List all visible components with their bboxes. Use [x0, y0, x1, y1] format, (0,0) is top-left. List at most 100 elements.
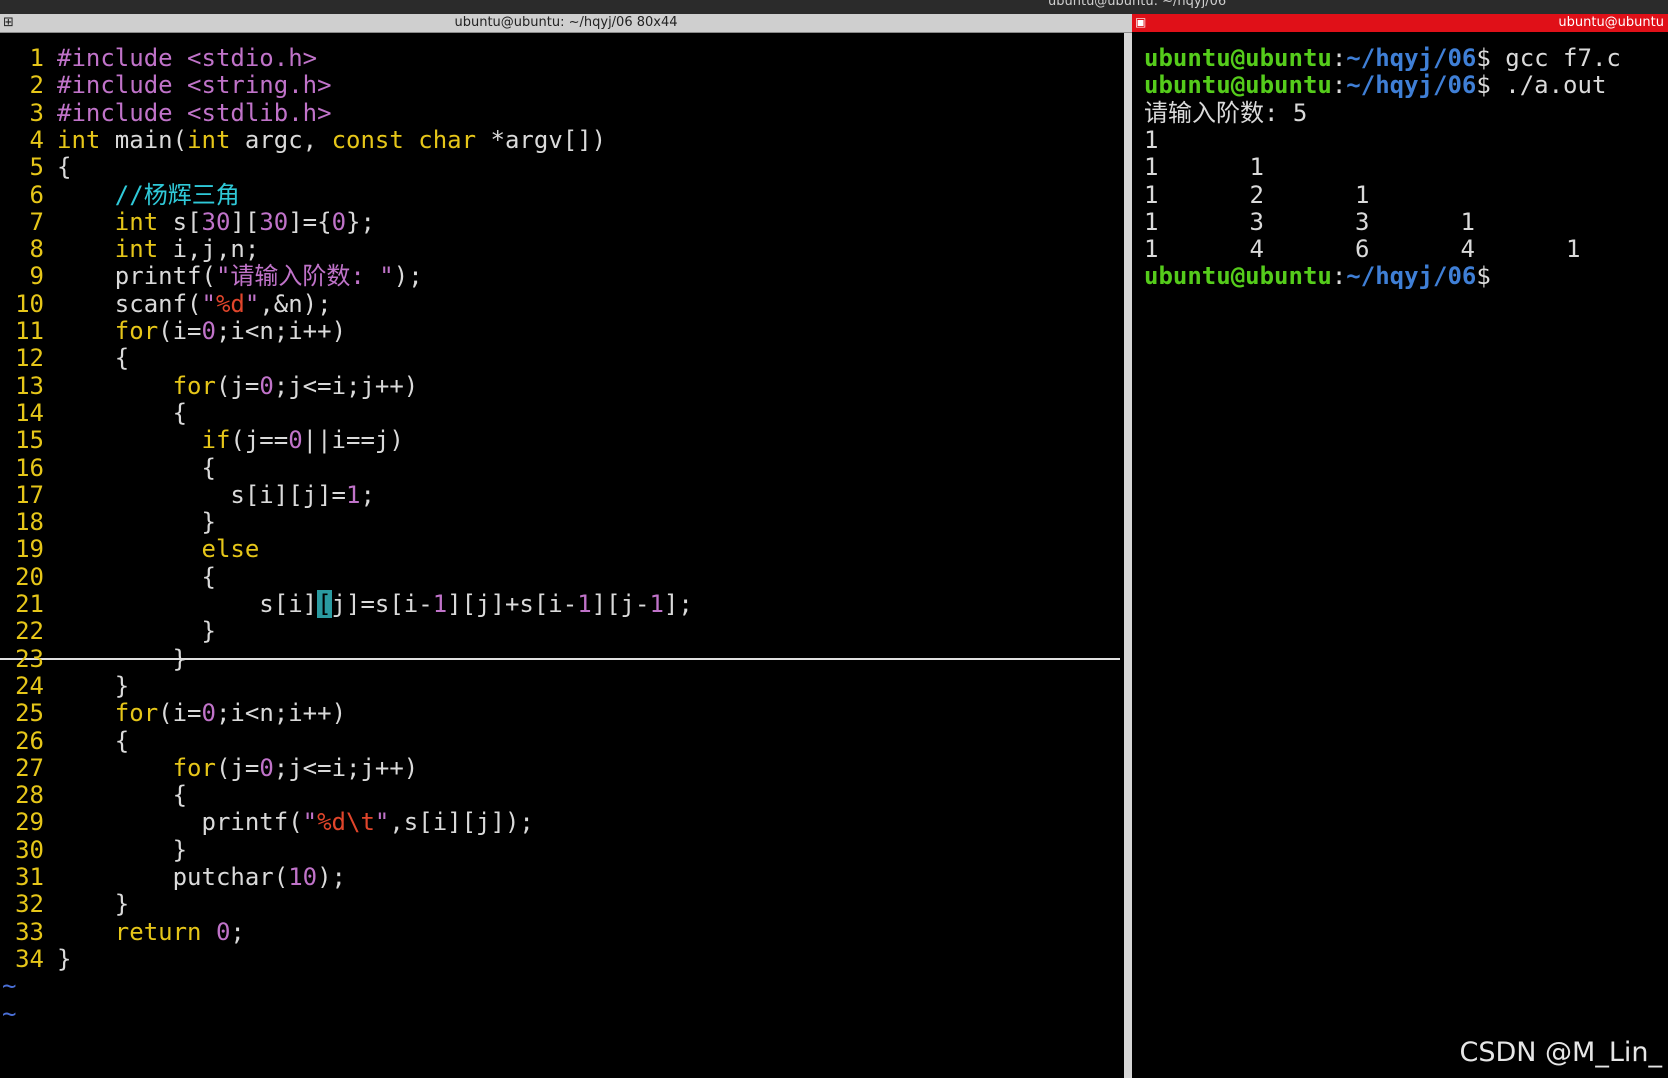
code-line[interactable]: 34} [0, 945, 1124, 974]
code-line[interactable]: 27 for(j=0;j<=i;j++) [0, 754, 1124, 783]
code-text[interactable]: for(i=0;i<n;i++) [57, 699, 346, 728]
code-line[interactable]: 29 printf("%d\t",s[i][j]); [0, 808, 1124, 837]
shell-command: gcc f7.c [1490, 44, 1621, 72]
code-text[interactable]: #include <stdlib.h> [57, 99, 332, 128]
code-text[interactable]: for(j=0;j<=i;j++) [57, 753, 419, 783]
triangle-value: 1 [1144, 125, 1159, 154]
prompt-symbol: $ [1476, 262, 1491, 291]
code-line[interactable]: 5{ [0, 153, 1124, 182]
top-bar: ubuntu@ubuntu: ~/hqyj/06 [0, 0, 1668, 14]
code-line[interactable]: 3 #include <stdlib.h> [0, 99, 1124, 128]
code-line[interactable]: 26 { [0, 727, 1124, 756]
terminal-output[interactable]: ubuntu@ubuntu:~/hqyj/06$ gcc f7.c ubuntu@… [1144, 33, 1664, 1073]
code-text[interactable]: putchar(10); [57, 863, 346, 892]
code-token: int [57, 125, 101, 154]
window-menu-icon[interactable]: ▣ [1135, 15, 1147, 29]
code-line[interactable]: 17 s[i][j]=1; [0, 481, 1124, 510]
code-text[interactable]: s[i][j]=s[i-1][j]+s[i-1][j-1]; [57, 590, 693, 619]
code-line[interactable]: 12 { [0, 344, 1124, 373]
code-text[interactable]: for(j=0;j<=i;j++) [57, 371, 419, 401]
code-text[interactable]: { [57, 454, 215, 483]
code-text[interactable]: } [57, 508, 215, 537]
code-line[interactable]: 31 putchar(10); [0, 863, 1124, 892]
code-line[interactable]: 28 { [0, 781, 1124, 810]
code-text[interactable]: printf("请输入阶数: "); [57, 262, 423, 291]
empty-line-tilde: ~ [2, 999, 17, 1028]
code-line[interactable]: 11 for(i=0;i<n;i++) [0, 317, 1124, 346]
editor-window[interactable]: ⊞ ubuntu@ubuntu: ~/hqyj/06 80x44 1 #inclu… [0, 14, 1132, 1078]
code-text[interactable]: int i,j,n; [57, 235, 260, 264]
code-text[interactable]: //杨辉三角 [57, 181, 240, 210]
code-token: ;j<=i;j++) [273, 753, 419, 782]
code-text[interactable]: return 0; [57, 918, 245, 947]
code-line[interactable]: 15 if(j==0||i==j) [0, 426, 1124, 455]
line-number: 20 [15, 562, 44, 591]
code-text[interactable]: } [57, 836, 187, 865]
code-text[interactable]: #include <stdio.h> [57, 44, 317, 73]
prompt-symbol: $ [1476, 44, 1491, 72]
code-line[interactable]: 33 return 0; [0, 918, 1124, 947]
code-line[interactable]: 10 scanf("%d",&n); [0, 290, 1124, 319]
code-text[interactable]: } [57, 645, 187, 674]
code-token: scanf( [57, 289, 202, 318]
code-token: <stdlib.h> [187, 98, 332, 127]
code-text[interactable]: { [57, 563, 215, 592]
code-token: s[i][j]= [57, 480, 346, 509]
code-line[interactable]: 2 #include <string.h> [0, 71, 1124, 100]
code-line[interactable]: 8 int i,j,n; [0, 235, 1124, 264]
code-line[interactable]: 30 } [0, 836, 1124, 865]
code-token: 0 [201, 317, 216, 345]
code-text[interactable]: { [57, 781, 187, 810]
code-text[interactable]: else [57, 535, 260, 564]
line-number: 19 [15, 535, 44, 564]
line-number: 2 [29, 71, 44, 100]
code-text[interactable]: if(j==0||i==j) [57, 426, 404, 455]
code-line[interactable]: 21 s[i][j]=s[i-1][j]+s[i-1][j-1]; [0, 590, 1124, 619]
terminal-window[interactable]: ▣ ubuntu@ubuntu ubuntu@ubuntu:~/hqyj/06$… [1132, 14, 1668, 1078]
editor-titlebar[interactable]: ⊞ ubuntu@ubuntu: ~/hqyj/06 80x44 [0, 14, 1132, 33]
code-token: 1 [345, 480, 361, 509]
code-line[interactable]: 9 printf("请输入阶数: "); [0, 262, 1124, 291]
window-split-divider[interactable] [1124, 33, 1132, 1078]
code-text[interactable]: { [57, 399, 187, 428]
code-token: for [172, 753, 216, 782]
code-token: int [187, 125, 231, 154]
code-line[interactable]: 1 #include <stdio.h> [0, 44, 1124, 73]
code-token: " [374, 808, 390, 837]
code-token: ]; [663, 590, 693, 618]
code-line[interactable]: 24 } [0, 672, 1124, 701]
code-line[interactable]: 25 for(i=0;i<n;i++) [0, 699, 1124, 728]
code-text[interactable]: { [57, 344, 129, 373]
code-line[interactable]: 23 } [0, 645, 1124, 674]
code-line[interactable]: 4 int main(int argc, const char *argv[]) [0, 126, 1124, 155]
code-text[interactable]: scanf("%d",&n); [57, 290, 332, 319]
code-text[interactable]: #include <string.h> [57, 71, 332, 100]
code-line[interactable]: 13 for(j=0;j<=i;j++) [0, 372, 1124, 401]
code-text[interactable]: int main(int argc, const char *argv[]) [57, 126, 606, 155]
code-line[interactable]: 20 { [0, 563, 1124, 592]
code-text[interactable]: s[i][j]=1; [57, 481, 375, 510]
code-line[interactable]: 7 int s[30][30]={0}; [0, 208, 1124, 237]
terminal-titlebar[interactable]: ▣ ubuntu@ubuntu [1132, 14, 1668, 32]
code-line[interactable]: 16 { [0, 454, 1124, 483]
code-line[interactable]: 22 } [0, 617, 1124, 646]
code-line[interactable]: 14 { [0, 399, 1124, 428]
line-number: 5 [29, 153, 44, 182]
code-text[interactable]: printf("%d\t",s[i][j]); [57, 808, 533, 837]
code-line[interactable]: 18 } [0, 508, 1124, 537]
code-line[interactable]: 19 else [0, 535, 1124, 564]
code-token: (i= [158, 317, 202, 345]
code-editor[interactable]: 1 #include <stdio.h> 2 #include <string.h> 3… [0, 33, 1132, 1078]
code-text[interactable]: for(i=0;i<n;i++) [57, 317, 346, 346]
code-text[interactable]: { [57, 727, 129, 756]
code-line[interactable]: 6 //杨辉三角 [0, 181, 1124, 210]
code-token: 0 [259, 371, 274, 400]
code-text[interactable]: { [57, 153, 71, 182]
code-text[interactable]: } [57, 672, 129, 701]
code-text[interactable]: int s[30][30]={0}; [57, 208, 375, 237]
code-text[interactable]: } [57, 890, 129, 919]
code-text[interactable]: } [57, 617, 215, 646]
code-line[interactable]: 32 } [0, 890, 1124, 919]
code-text[interactable]: } [57, 945, 71, 974]
